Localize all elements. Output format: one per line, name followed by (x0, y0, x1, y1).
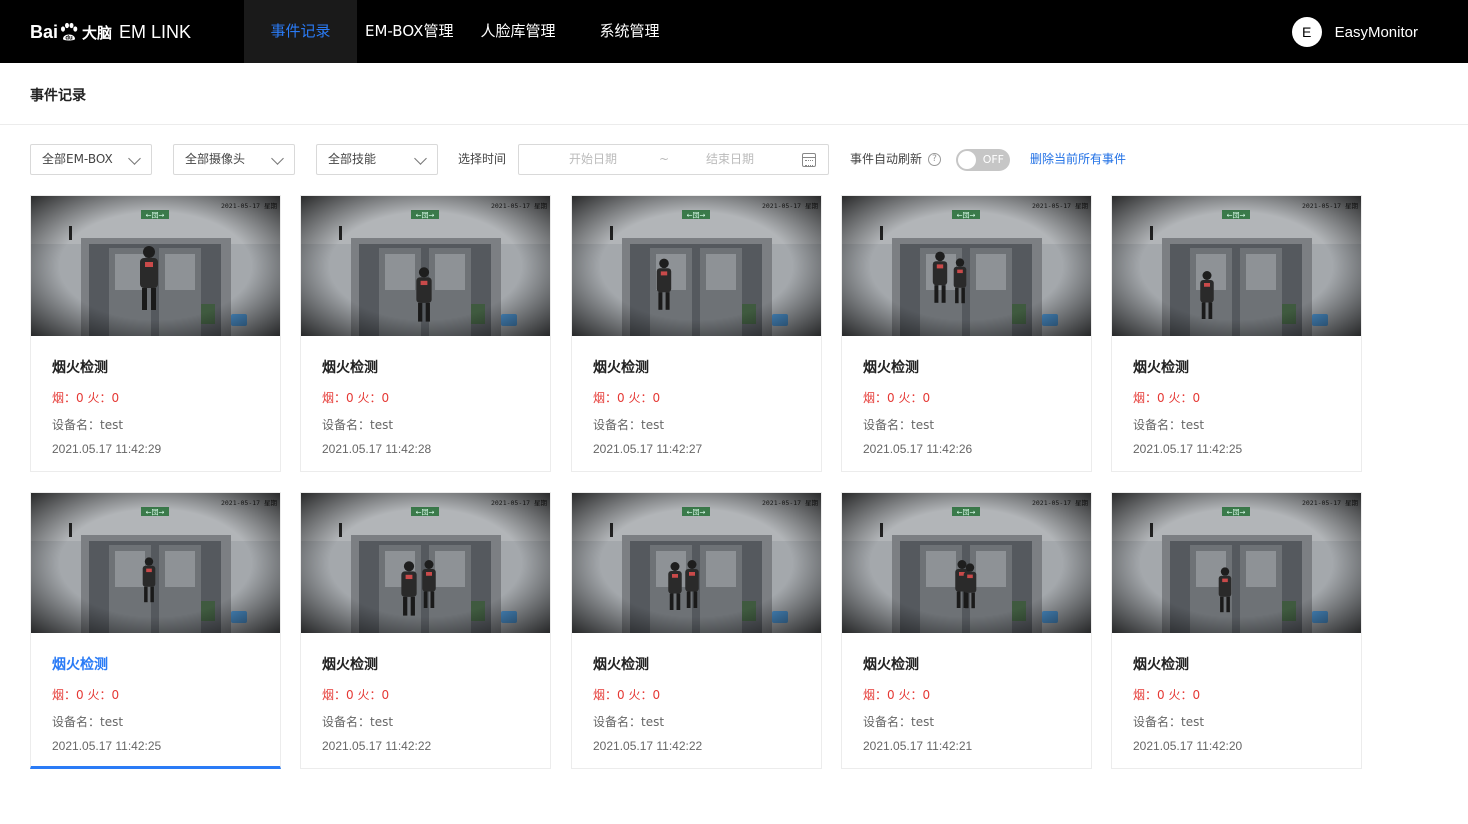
event-counts: 烟：0 火：0 (322, 391, 390, 405)
event-card[interactable]: ←団→ 2021-05-17 星期 烟火检测 烟：0 火：0 设备名：test … (1111, 492, 1362, 769)
delete-all-events-link[interactable]: 删除当前所有事件 (1030, 144, 1126, 175)
event-counts: 烟：0 火：0 (593, 688, 661, 702)
event-device: 设备名：test (863, 715, 935, 729)
logo-product: EM LINK (119, 21, 192, 42)
event-snapshot[interactable]: ←団→ 2021-05-17 星期 (301, 196, 550, 336)
event-time: 2021.05.17 11:42:21 (863, 739, 973, 753)
event-device: 设备名：test (322, 715, 394, 729)
event-counts: 烟：0 火：0 (1133, 688, 1201, 702)
event-device: 设备名：test (322, 418, 394, 432)
nav-face-library[interactable]: 人脸库管理 (480, 0, 555, 63)
event-counts: 烟：0 火：0 (1133, 391, 1201, 405)
event-device: 设备名：test (593, 418, 665, 432)
event-title: 烟火检测 (863, 360, 919, 376)
event-time: 2021.05.17 11:42:25 (1133, 442, 1243, 456)
event-device: 设备名：test (593, 715, 665, 729)
skill-select[interactable]: 全部技能 (316, 144, 438, 175)
event-counts: 烟：0 火：0 (863, 391, 931, 405)
auto-refresh-label: 事件自动刷新 (850, 152, 923, 166)
event-title: 烟火检测 (322, 360, 378, 376)
help-icon[interactable]: ? (928, 153, 941, 166)
event-card[interactable]: ←団→ 2021-05-17 星期 烟火检测 烟：0 火：0 设备名：test … (1111, 195, 1362, 472)
date-separator: ~ (659, 152, 670, 166)
camera-select-value: 全部摄像头 (185, 152, 246, 166)
event-counts: 烟：0 火：0 (52, 391, 120, 405)
event-time: 2021.05.17 11:42:25 (52, 739, 162, 753)
end-date-input[interactable]: 结束日期 (706, 145, 754, 174)
event-title: 烟火检测 (1133, 360, 1189, 376)
user-menu[interactable]: E EasyMonitor (1291, 17, 1418, 47)
event-snapshot[interactable]: ←団→ 2021-05-17 星期 (842, 196, 1091, 336)
event-time: 2021.05.17 11:42:22 (322, 739, 432, 753)
page-header: 事件记录 (0, 63, 1468, 125)
paw-icon: du (59, 22, 79, 42)
chevron-down-icon (271, 152, 284, 165)
auto-refresh-toggle[interactable]: OFF (956, 149, 1010, 171)
event-card[interactable]: ←団→ 2021-05-17 星期 烟火检测 烟：0 火：0 设备名：test … (300, 195, 551, 472)
embox-select[interactable]: 全部EM-BOX (30, 144, 152, 175)
skill-select-value: 全部技能 (328, 152, 377, 166)
logo-prefix: Bai (30, 21, 59, 42)
top-navbar: Bai du 大脑 EM LINK 事件记录 EM-BOX管理 人脸库管理 系统… (0, 0, 1468, 63)
event-card[interactable]: ←団→ 2021-05-17 星期 烟火检测 烟：0 火：0 (841, 195, 1092, 472)
event-counts: 烟：0 火：0 (593, 391, 661, 405)
event-time: 2021.05.17 11:42:26 (863, 442, 973, 456)
event-device: 设备名：test (863, 418, 935, 432)
event-device: 设备名：test (52, 418, 124, 432)
event-device: 设备名：test (1133, 418, 1205, 432)
event-time: 2021.05.17 11:42:20 (1133, 739, 1243, 753)
event-title: 烟火检测 (863, 657, 919, 673)
event-device: 设备名：test (52, 715, 124, 729)
event-card[interactable]: ←団→ 2021-05-17 星期 烟火检测 烟：0 火：0 (571, 492, 822, 769)
chevron-down-icon (414, 152, 427, 165)
event-title: 烟火检测 (1133, 657, 1189, 673)
event-title: 烟火检测 (52, 360, 108, 376)
event-snapshot[interactable]: ←団→ 2021-05-17 星期 (1112, 196, 1361, 336)
event-time: 2021.05.17 11:42:29 (52, 442, 162, 456)
start-date-input[interactable]: 开始日期 (569, 145, 617, 174)
svg-text:du: du (65, 36, 73, 42)
event-time: 2021.05.17 11:42:28 (322, 442, 432, 456)
baidu-brain-logo[interactable]: Bai du 大脑 EM LINK (30, 18, 191, 46)
camera-select[interactable]: 全部摄像头 (173, 144, 295, 175)
username[interactable]: EasyMonitor (1335, 24, 1418, 41)
event-snapshot[interactable]: ←団→ 2021-05-17 星期 (572, 493, 821, 633)
event-counts: 烟：0 火：0 (863, 688, 931, 702)
event-title: 烟火检测 (593, 360, 649, 376)
filter-bar: 全部EM-BOX 全部摄像头 全部技能 选择时间 开始日期 ~ 结束日期 事件自… (30, 144, 1450, 175)
chevron-down-icon (128, 152, 141, 165)
event-card[interactable]: ←団→ 2021-05-17 星期 烟火检测 烟：0 火：0 设备名：test … (30, 195, 281, 472)
event-counts: 烟：0 火：0 (322, 688, 390, 702)
calendar-icon[interactable] (802, 153, 816, 167)
toggle-knob (958, 151, 976, 169)
nav-system-management[interactable]: 系统管理 (599, 0, 659, 63)
date-range-picker[interactable]: 开始日期 ~ 结束日期 (518, 144, 829, 175)
event-snapshot[interactable]: ←団→ 2021-05-17 星期 (572, 196, 821, 336)
event-card[interactable]: ←団→ 2021-05-17 星期 烟火检测 烟：0 火：0 (300, 492, 551, 769)
embox-select-value: 全部EM-BOX (42, 152, 113, 166)
event-title: 烟火检测 (593, 657, 649, 673)
event-time: 2021.05.17 11:42:27 (593, 442, 703, 456)
event-snapshot[interactable]: ←団→ 2021-05-17 星期 (31, 493, 280, 633)
event-device: 设备名：test (1133, 715, 1205, 729)
time-filter-label: 选择时间 (458, 152, 507, 166)
event-time: 2021.05.17 11:42:22 (593, 739, 703, 753)
nav-embox-management[interactable]: EM-BOX管理 (365, 0, 453, 63)
toggle-state: OFF (982, 153, 1004, 166)
event-counts: 烟：0 火：0 (52, 688, 120, 702)
event-card[interactable]: ←団→ 2021-05-17 星期 烟火检测 烟：0 火：0 设备名：test … (30, 492, 281, 769)
event-snapshot[interactable]: ←団→ 2021-05-17 星期 (842, 493, 1091, 633)
event-snapshot[interactable]: ←団→ 2021-05-17 星期 (1112, 493, 1361, 633)
event-card[interactable]: ←団→ 2021-05-17 星期 烟火检测 烟：0 火：0 设备名：test … (571, 195, 822, 472)
page-title: 事件记录 (30, 88, 86, 104)
nav-event-records[interactable]: 事件记录 (244, 0, 357, 63)
event-card[interactable]: ←団→ 2021-05-17 星期 烟火检测 烟：0 火：0 (841, 492, 1092, 769)
event-title: 烟火检测 (52, 657, 108, 673)
event-snapshot[interactable]: ←団→ 2021-05-17 星期 (301, 493, 550, 633)
event-snapshot[interactable]: ←団→ 2021-05-17 星期 (31, 196, 280, 336)
avatar[interactable]: E (1291, 17, 1322, 47)
main-nav: 事件记录 EM-BOX管理 人脸库管理 系统管理 (244, 0, 659, 63)
logo-brand: 大脑 (82, 23, 113, 42)
event-title: 烟火检测 (322, 657, 378, 673)
